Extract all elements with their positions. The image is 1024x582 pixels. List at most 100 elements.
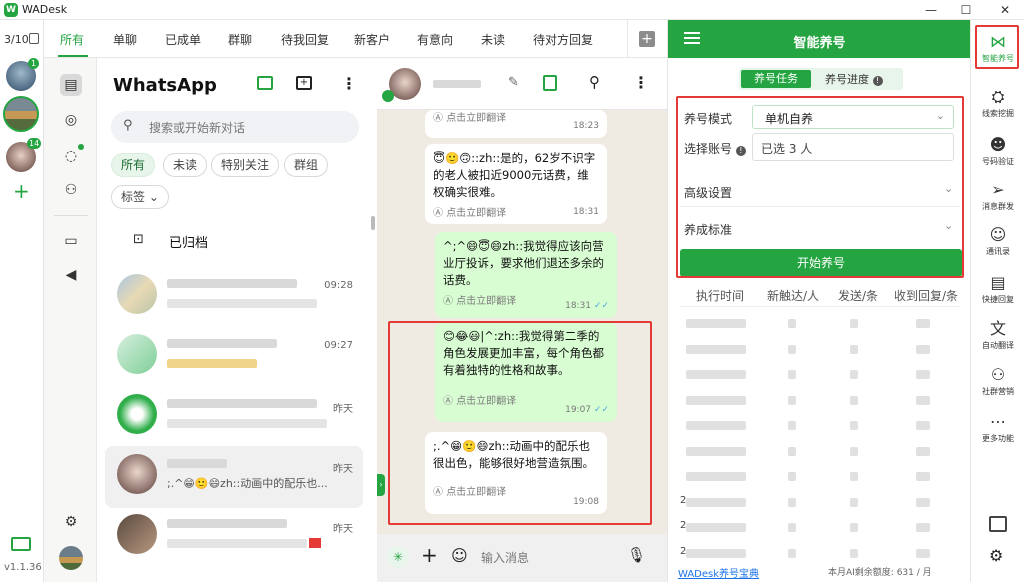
communities-icon[interactable]: ⚇ xyxy=(60,179,82,201)
table-cell xyxy=(686,472,746,481)
table-cell xyxy=(916,472,930,481)
archived-label[interactable]: 已归档 xyxy=(169,232,208,251)
translate-text: 点击立即翻译 xyxy=(446,208,507,219)
tool-bulk-message[interactable]: ➢ 消息群发 xyxy=(971,180,1024,212)
table-row xyxy=(680,440,960,462)
column-header: 发送/条 xyxy=(838,289,879,303)
profile-avatar[interactable] xyxy=(59,546,83,570)
chevron-down-icon[interactable]: ⌄ xyxy=(944,182,953,195)
emoji-icon[interactable]: ☺ xyxy=(451,547,468,565)
add-account-icon[interactable]: + xyxy=(13,181,30,201)
nurture-standard[interactable]: 养成标准 xyxy=(684,221,732,238)
contact-info-icon[interactable] xyxy=(543,75,557,91)
account-counter: 3/10 xyxy=(4,33,29,46)
message-preview xyxy=(167,299,317,308)
table-row: 2 xyxy=(680,491,960,513)
table-cell xyxy=(788,395,796,405)
chat-row[interactable]: 昨天 xyxy=(105,506,363,568)
column-header: 执行时间 xyxy=(696,289,745,303)
translate-text: 点击立即翻译 xyxy=(446,487,507,498)
account-select[interactable]: 已选 3 人 xyxy=(752,133,954,161)
message-time-text: 19:07 xyxy=(565,405,592,415)
tab-new-customer[interactable]: 新客户 xyxy=(354,31,390,48)
tool-more[interactable]: ⋯ 更多功能 xyxy=(971,412,1024,444)
chat-row-selected[interactable]: ;.^😁🙂😄zh::动画中的配乐也... 昨天 xyxy=(105,446,363,508)
settings-icon[interactable]: ⚙ xyxy=(989,546,1003,565)
tab-intent[interactable]: 有意向 xyxy=(417,31,453,48)
store-icon[interactable] xyxy=(989,516,1007,532)
filter-chip-all[interactable]: 所有 xyxy=(111,153,156,177)
sticker-tool-icon[interactable]: ✳ xyxy=(387,546,409,568)
nurture-guide-link[interactable]: WADesk养号宝典 xyxy=(678,565,759,580)
account-avatar-active[interactable] xyxy=(3,96,39,132)
message-bubble-incoming: 😇🙂🙃::zh::是的，62岁不识字的老人被扣近9000元话费，维权确实很难。 … xyxy=(425,144,607,224)
table-cell xyxy=(850,395,858,405)
minimize-icon[interactable]: — xyxy=(916,0,946,20)
filter-chip-unread[interactable]: 未读 xyxy=(163,153,208,177)
tab-all[interactable]: 所有 xyxy=(60,31,84,48)
label-filter-text: 标签 xyxy=(121,190,146,204)
message-input[interactable]: 输入消息 xyxy=(481,549,529,566)
table-cell xyxy=(788,548,796,558)
start-nurture-button[interactable]: 开始养号 xyxy=(680,249,962,277)
tab-await-other[interactable]: 待对方回复 xyxy=(533,31,593,48)
store-icon[interactable]: ▭ xyxy=(60,230,82,252)
tab-deal[interactable]: 已成单 xyxy=(165,31,201,48)
message-composer: ✳ + ☺ 输入消息 🎙 xyxy=(377,534,667,582)
tab-group[interactable]: 群聊 xyxy=(228,31,252,48)
advanced-settings[interactable]: 高级设置 xyxy=(684,184,732,201)
tab-single[interactable]: 单聊 xyxy=(113,31,137,48)
archive-icon: ⊡ xyxy=(133,232,144,247)
status-icon[interactable]: ◎ xyxy=(60,109,82,131)
search-icon[interactable]: ⚲ xyxy=(589,73,600,91)
attach-plus-icon[interactable]: + xyxy=(421,544,438,566)
maximize-icon[interactable]: ☐ xyxy=(951,0,981,20)
table-cell xyxy=(916,446,930,456)
scrollbar[interactable] xyxy=(371,216,375,230)
tool-auto-translate[interactable]: 文 自动翻译 xyxy=(971,319,1024,351)
filter-chip-starred[interactable]: 特别关注 xyxy=(211,153,280,177)
chat-time: 昨天 xyxy=(333,524,353,535)
tool-lead-mining[interactable]: ⛭ 线索挖掘 xyxy=(971,87,1024,119)
mode-select[interactable]: 单机自养 ⌄ xyxy=(752,105,954,129)
label-filter-dropdown[interactable]: 标签 ⌄ xyxy=(111,185,169,209)
tool-contacts[interactable]: ☺ 通讯录 xyxy=(971,225,1024,257)
filter-chip-groups[interactable]: 群组 xyxy=(284,153,329,177)
chat-row[interactable]: 09:28 xyxy=(105,266,363,328)
tab-nurture-task[interactable]: 养号任务 xyxy=(741,70,811,88)
message-text: ^;^😄😇😄zh::我觉得应该向营业厅投诉，要求他们退还多余的话费。 xyxy=(443,239,604,287)
tool-label: 社群营销 xyxy=(982,387,1014,396)
tab-nurture-progress[interactable]: 养号进度 ! xyxy=(825,71,883,87)
menu-dots-icon[interactable]: ⋮ xyxy=(341,74,357,93)
tab-await-me[interactable]: 待我回复 xyxy=(281,31,329,48)
chat-row[interactable]: 09:27 xyxy=(105,326,363,388)
settings-icon[interactable]: ⚙ xyxy=(60,511,82,533)
table-cell xyxy=(788,446,796,456)
monitor-icon[interactable] xyxy=(11,537,31,551)
contact-card-icon[interactable] xyxy=(257,76,273,90)
menu-dots-icon[interactable]: ⋮ xyxy=(633,73,649,92)
tool-community[interactable]: ⚇ 社群营销 xyxy=(971,365,1024,397)
table-row: 2 xyxy=(680,516,960,538)
divider xyxy=(627,20,628,58)
tool-quick-reply[interactable]: ▤ 快捷回复 xyxy=(971,273,1024,305)
collapse-panel-icon[interactable] xyxy=(29,33,39,44)
close-icon[interactable]: ✕ xyxy=(990,0,1020,20)
chevron-down-icon[interactable]: ⌄ xyxy=(944,219,953,232)
mining-icon: ⛭ xyxy=(991,87,1005,106)
pin-icon[interactable]: ✎ xyxy=(508,75,519,90)
megaphone-icon[interactable]: ◀ xyxy=(60,264,82,286)
chats-icon[interactable]: ▤ xyxy=(60,74,82,96)
new-dot xyxy=(78,144,84,150)
tool-smart-nurture[interactable]: ⋈ 智能养号 xyxy=(971,32,1024,64)
tool-number-verify[interactable]: ☻ 号码验证 xyxy=(971,135,1024,167)
expand-handle-icon[interactable]: › xyxy=(377,474,385,496)
tab-unread[interactable]: 未读 xyxy=(481,31,505,48)
chat-row[interactable]: 昨天 xyxy=(105,386,363,448)
search-input[interactable]: ⚲ 搜索或开始新对话 xyxy=(111,111,359,143)
panel-header: 智能养号 xyxy=(668,20,971,58)
add-tab-icon[interactable]: + xyxy=(639,31,655,47)
new-chat-icon[interactable]: + xyxy=(296,76,312,90)
divider xyxy=(680,206,960,207)
microphone-icon[interactable]: 🎙 xyxy=(627,546,646,564)
